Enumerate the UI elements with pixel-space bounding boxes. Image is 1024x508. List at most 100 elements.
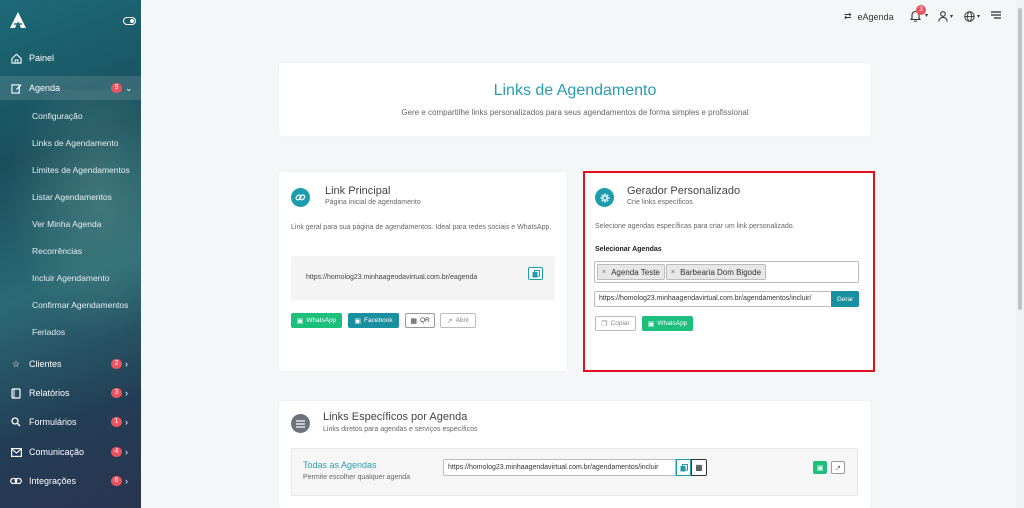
count-badge: 2 bbox=[111, 359, 122, 369]
button-label: QR bbox=[419, 317, 430, 324]
language-button[interactable]: ▾ bbox=[964, 11, 980, 24]
app-logo[interactable] bbox=[9, 11, 27, 29]
qr-code-icon: ▦ bbox=[410, 317, 417, 325]
switch-app-button[interactable]: ⇄ eAgenda bbox=[844, 11, 894, 22]
home-icon bbox=[10, 52, 22, 64]
qr-code-button[interactable]: ▦ QR bbox=[405, 313, 435, 328]
button-label: Gerar bbox=[836, 295, 854, 303]
facebook-icon: ▣ bbox=[354, 317, 362, 325]
generated-url-field[interactable]: https://homolog23.minhaagendavirtual.com… bbox=[594, 291, 830, 307]
gerador-subtitle: Crie links específicos bbox=[627, 199, 693, 206]
star-icon: ☆ bbox=[11, 358, 21, 369]
caret-down-icon: ▾ bbox=[950, 14, 954, 20]
sidebar-subitem-confirmar[interactable]: Confirmar Agendamentos bbox=[32, 300, 128, 310]
book-icon bbox=[10, 387, 22, 399]
sidebar-item-label: Painel bbox=[29, 53, 55, 63]
selected-agenda-tag[interactable]: × Agenda Teste bbox=[597, 264, 665, 280]
sidebar-item-label: Relatórios bbox=[29, 388, 70, 398]
sidebar-subitem-recorrencias[interactable]: Recorrências bbox=[32, 246, 82, 256]
row-qr-code-button[interactable]: ▦ bbox=[691, 459, 707, 476]
page-scrollbar[interactable] bbox=[1016, 0, 1024, 508]
sidebar-subitem-incluir[interactable]: Incluir Agendamento bbox=[32, 273, 110, 283]
count-badge: 6 bbox=[111, 476, 122, 486]
sidebar-item-agenda[interactable]: Agenda 9 ⌄ bbox=[0, 76, 141, 100]
copiar-button[interactable]: ❐ Copiar bbox=[595, 316, 636, 331]
count-badge: 1 bbox=[111, 417, 122, 427]
chevron-right-icon: › bbox=[125, 447, 128, 457]
gear-icon bbox=[595, 188, 614, 207]
button-label: WhatsApp bbox=[657, 320, 688, 327]
links-especificos-subtitle: Links diretos para agendas e serviços es… bbox=[323, 426, 478, 433]
whatsapp-icon: ▣ bbox=[647, 320, 655, 328]
sidebar-toggle-icon[interactable] bbox=[123, 17, 136, 25]
sidebar-subitem-ver-minha-agenda[interactable]: Ver Minha Agenda bbox=[32, 219, 101, 229]
open-link-button[interactable]: ↗ Abrir bbox=[440, 313, 476, 328]
copy-icon: ❐ bbox=[601, 320, 608, 328]
globe-icon bbox=[964, 11, 975, 22]
switch-app-label: eAgenda bbox=[857, 11, 894, 22]
links-especificos-title: Links Específicos por Agenda bbox=[323, 411, 468, 423]
search-icon bbox=[10, 416, 22, 428]
gerar-button[interactable]: Gerar bbox=[831, 291, 859, 307]
facebook-share-button[interactable]: ▣ Facebook bbox=[348, 313, 399, 328]
count-badge: 4 bbox=[111, 447, 122, 457]
gerador-description: Selecione agendas específicas para criar… bbox=[595, 223, 795, 230]
agenda-row-url-field[interactable]: https://homolog23.minhaagendavirtual.com… bbox=[443, 459, 676, 476]
link-principal-description: Link geral para sua página de agendament… bbox=[291, 224, 552, 231]
copy-link-button[interactable] bbox=[528, 267, 543, 280]
tag-label: Agenda Teste bbox=[611, 267, 660, 277]
user-icon bbox=[938, 11, 948, 22]
count-badge: 9 bbox=[111, 83, 122, 93]
button-label: WhatsApp bbox=[306, 317, 337, 324]
row-copy-button[interactable] bbox=[676, 459, 691, 476]
sidebar-item-comunicacao[interactable]: Comunicação 4 › bbox=[0, 440, 141, 464]
page-header-card: Links de Agendamento Gere e compartilhe … bbox=[279, 63, 871, 136]
agenda-row-name[interactable]: Todas as Agendas bbox=[303, 460, 377, 470]
sidebar-item-painel[interactable]: Painel bbox=[0, 46, 141, 70]
gerador-whatsapp-button[interactable]: ▣ WhatsApp bbox=[642, 316, 693, 331]
row-whatsapp-button[interactable]: ▣ bbox=[813, 461, 827, 474]
mail-icon bbox=[10, 446, 22, 458]
menu-button[interactable] bbox=[991, 10, 1001, 22]
sidebar-item-label: Agenda bbox=[29, 83, 61, 93]
list-icon bbox=[291, 414, 310, 433]
qr-code-icon: ▦ bbox=[695, 463, 703, 472]
gerador-title: Gerador Personalizado bbox=[627, 185, 741, 197]
sidebar-subitem-limites[interactable]: Limites de Agendamentos bbox=[32, 165, 130, 175]
chevron-right-icon: › bbox=[125, 388, 128, 398]
page-title: Links de Agendamento bbox=[493, 82, 657, 99]
sidebar: Painel Agenda 9 ⌄ Configuração Links de … bbox=[0, 0, 141, 508]
sidebar-item-integracoes[interactable]: Integrações 6 › bbox=[0, 469, 141, 493]
page-subtitle: Gere e compartilhe links personalizados … bbox=[401, 108, 749, 117]
sidebar-subitem-feriados[interactable]: Feriados bbox=[32, 327, 65, 337]
row-open-link-button[interactable]: ↗ bbox=[831, 461, 845, 474]
sidebar-item-clientes[interactable]: ☆ Clientes 2 › bbox=[0, 352, 141, 376]
menu-icon bbox=[991, 11, 1001, 19]
caret-down-icon: ▾ bbox=[977, 14, 981, 20]
sidebar-item-relatorios[interactable]: Relatórios 3 › bbox=[0, 381, 141, 405]
remove-tag-icon[interactable]: × bbox=[671, 269, 675, 276]
copy-icon bbox=[680, 463, 688, 471]
sidebar-subitem-links-de-agendamento[interactable]: Links de Agendamento bbox=[32, 138, 118, 148]
button-label: Copiar bbox=[610, 320, 630, 327]
remove-tag-icon[interactable]: × bbox=[602, 269, 606, 276]
link-principal-subtitle: Página inicial de agendamento bbox=[325, 199, 421, 206]
sidebar-subitem-listar[interactable]: Listar Agendamentos bbox=[32, 192, 112, 202]
agenda-row-description: Permite escolher qualquer agenda bbox=[303, 474, 411, 481]
sidebar-item-label: Integrações bbox=[29, 476, 77, 486]
selected-agenda-tag[interactable]: × Barbearia Dom Bigode bbox=[666, 264, 767, 280]
scrollbar-thumb[interactable] bbox=[1018, 8, 1022, 310]
user-menu-button[interactable]: ▾ bbox=[938, 11, 953, 24]
whatsapp-share-button[interactable]: ▣ WhatsApp bbox=[291, 313, 342, 328]
link-icon bbox=[291, 188, 310, 207]
whatsapp-icon: ▣ bbox=[816, 464, 824, 472]
link-icon bbox=[10, 475, 22, 487]
sidebar-item-formularios[interactable]: Formulários 1 › bbox=[0, 410, 141, 434]
notifications-button[interactable]: 3 ▾ bbox=[909, 5, 928, 24]
count-badge: 3 bbox=[111, 388, 122, 398]
link-principal-url: https://homolog23.minhaagendavirtual.com… bbox=[306, 274, 478, 281]
whatsapp-icon: ▣ bbox=[296, 317, 304, 325]
caret-down-icon: ▾ bbox=[925, 13, 929, 19]
chevron-right-icon: › bbox=[125, 359, 128, 369]
sidebar-subitem-configuracao[interactable]: Configuração bbox=[32, 111, 83, 121]
